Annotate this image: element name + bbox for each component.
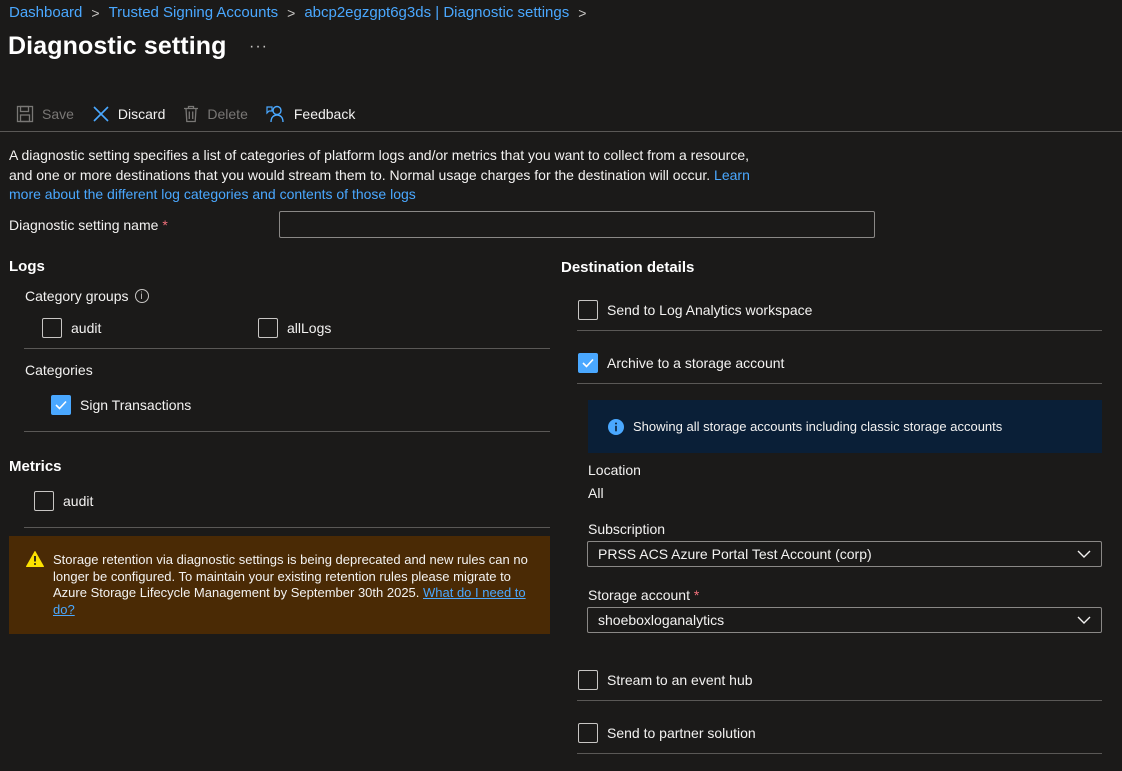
divider [577,700,1102,701]
discard-label: Discard [117,106,166,122]
discard-button[interactable]: Discard [92,105,165,123]
logs-heading: Logs [9,258,45,275]
breadcrumb: Dashboard > Trusted Signing Accounts > a… [9,4,595,21]
storage-account-value: shoeboxloganalytics [598,612,725,628]
checkmark-icon [55,400,67,410]
divider [24,348,550,349]
log-analytics-checkbox[interactable] [578,300,598,320]
storage-account-checkbox[interactable] [578,353,598,373]
storage-account-option-label: Archive to a storage account [607,355,785,371]
diagnostic-setting-name-label: Diagnostic setting name * [9,217,168,233]
log-analytics-option[interactable]: Send to Log Analytics workspace [578,300,812,320]
command-bar: Save Discard Delete Feedback [16,102,373,126]
subscription-value: PRSS ACS Azure Portal Test Account (corp… [598,546,872,562]
delete-label: Delete [207,106,248,122]
required-marker: * [162,217,168,233]
category-group-alllogs[interactable]: allLogs [258,318,331,338]
metrics-heading: Metrics [9,458,62,475]
required-marker: * [693,587,700,603]
chevron-down-icon [1077,550,1091,558]
info-icon [608,418,624,435]
checkmark-icon [582,358,594,368]
alllogs-group-label: allLogs [287,320,332,336]
close-icon [93,106,109,122]
audit-group-label: audit [71,320,102,336]
storage-account-option[interactable]: Archive to a storage account [578,353,784,373]
toolbar-divider [0,131,1122,132]
metric-audit-label: audit [63,493,94,509]
sign-transactions-label: Sign Transactions [80,397,192,413]
page-title: Diagnostic setting [8,32,227,60]
storage-account-label-text: Storage account [588,587,690,603]
feedback-label: Feedback [293,106,356,122]
location-value: All [588,485,604,501]
chevron-down-icon [1077,616,1091,624]
breadcrumb-diagnostic-settings[interactable]: abcp2egzgpt6g3ds | Diagnostic settings [304,4,569,21]
storage-account-dropdown[interactable]: shoeboxloganalytics [587,607,1102,633]
breadcrumb-trusted-signing-accounts[interactable]: Trusted Signing Accounts [109,4,279,21]
retention-warning-banner: Storage retention via diagnostic setting… [9,536,550,634]
divider [24,527,550,528]
breadcrumb-separator-icon: > [287,4,296,21]
breadcrumb-separator-icon: > [91,4,100,21]
category-groups-label: Category groups [25,288,129,304]
delete-button[interactable]: Delete [183,105,248,123]
subscription-label: Subscription [588,521,666,537]
breadcrumb-separator-icon: > [578,4,587,21]
diagnostic-setting-name-input[interactable] [279,211,875,238]
info-icon[interactable]: i [134,289,149,303]
sign-transactions-checkbox[interactable] [51,395,71,415]
divider [577,753,1102,754]
save-button[interactable]: Save [16,105,74,123]
categories-heading: Categories [25,362,93,378]
metric-audit[interactable]: audit [34,491,93,511]
divider [24,431,550,432]
storage-info-text: Showing all storage accounts including c… [633,419,1003,434]
save-icon [16,105,34,123]
subscription-dropdown[interactable]: PRSS ACS Azure Portal Test Account (corp… [587,541,1102,567]
storage-account-label: Storage account * [588,587,699,603]
more-options-button[interactable]: ··· [249,38,268,56]
log-analytics-label: Send to Log Analytics workspace [607,302,813,318]
event-hub-checkbox[interactable] [578,670,598,690]
breadcrumb-dashboard[interactable]: Dashboard [9,4,82,21]
partner-solution-option[interactable]: Send to partner solution [578,723,756,743]
trash-icon [184,105,199,123]
divider [577,383,1102,384]
event-hub-option[interactable]: Stream to an event hub [578,670,753,690]
category-sign-transactions[interactable]: Sign Transactions [51,395,191,415]
warning-icon [26,551,44,567]
description-text: A diagnostic setting specifies a list of… [9,146,769,205]
storage-info-banner: Showing all storage accounts including c… [588,400,1102,453]
event-hub-label: Stream to an event hub [607,672,753,688]
location-label: Location [588,462,641,478]
divider [577,330,1102,331]
feedback-button[interactable]: Feedback [266,104,355,124]
partner-solution-checkbox[interactable] [578,723,598,743]
category-groups-heading: Category groups i [25,288,149,304]
metric-audit-checkbox[interactable] [34,491,54,511]
audit-group-checkbox[interactable] [42,318,62,338]
name-label-text: Diagnostic setting name [9,217,159,233]
destination-details-heading: Destination details [561,259,695,276]
alllogs-group-checkbox[interactable] [258,318,278,338]
save-label: Save [42,106,74,122]
feedback-icon [266,105,284,123]
partner-solution-label: Send to partner solution [607,725,756,741]
description-body: A diagnostic setting specifies a list of… [9,147,750,183]
category-group-audit[interactable]: audit [42,318,101,338]
